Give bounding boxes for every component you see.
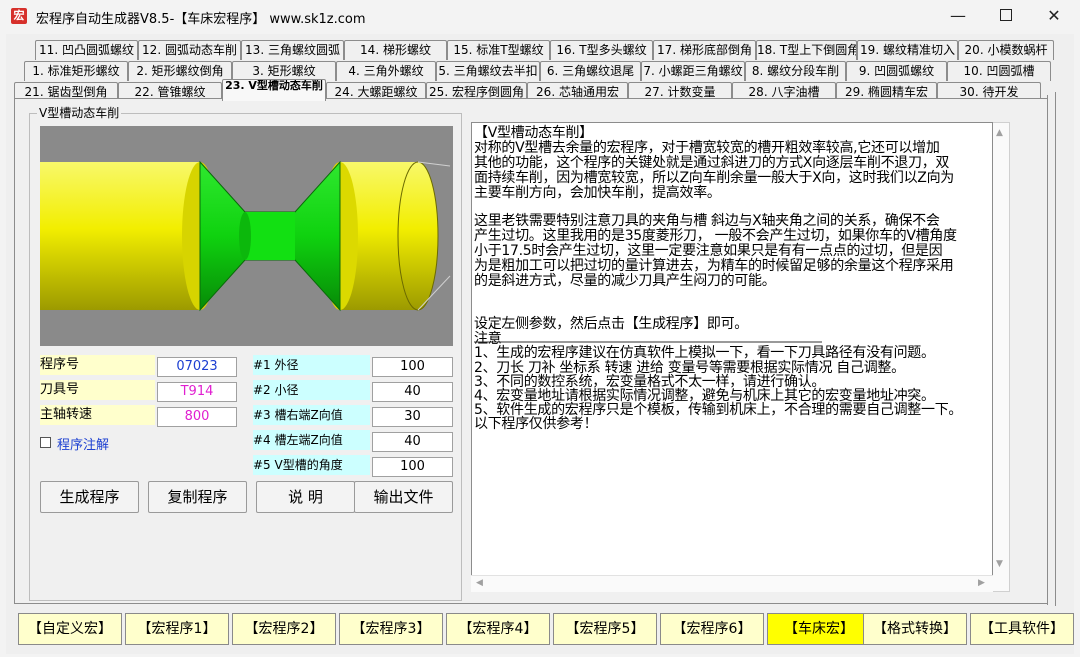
tab-20[interactable]: 20. 小模数蜗杆 xyxy=(958,40,1054,60)
minimize-button[interactable]: — xyxy=(935,0,981,32)
tab-8[interactable]: 8. 螺纹分段车削 xyxy=(745,61,846,81)
text-line: 这里老铁需要特别注意刀具的夹角与槽 斜边与X轴夹角之间的关系，确保不会 xyxy=(474,213,940,229)
groove-right-z-field[interactable]: 30 xyxy=(372,407,453,427)
program-comment-checkbox[interactable] xyxy=(40,437,51,448)
v-groove-angle-label: #5 V型槽的角度 xyxy=(253,455,370,475)
vertical-scrollbar[interactable]: ▲ ▼ xyxy=(993,122,1010,592)
minor-diameter-label: #2 小径 xyxy=(253,380,370,400)
minor-diameter-field[interactable]: 40 xyxy=(372,382,453,402)
tab-1[interactable]: 1. 标准矩形螺纹 xyxy=(24,61,128,81)
macro-5-button[interactable]: 【宏程序5】 xyxy=(553,613,657,645)
scroll-down-icon[interactable]: ▼ xyxy=(996,559,1003,569)
groove-left-z-label: #4 槽左端Z向值 xyxy=(253,430,370,450)
custom-macro-button[interactable]: 【自定义宏】 xyxy=(18,613,122,645)
horizontal-scrollbar[interactable]: ◀ ▶ xyxy=(471,575,993,592)
tab-10[interactable]: 10. 凹圆弧槽 xyxy=(947,61,1051,81)
tab-16[interactable]: 16. T型多头螺纹 xyxy=(550,40,653,60)
program-number-label: 程序号 xyxy=(40,355,155,375)
title-bar: 宏 宏程序自动生成器V8.5-【车床宏程序】 www.sk1z.com — ✕ xyxy=(0,0,1080,32)
tab-7[interactable]: 7. 小螺距三角螺纹 xyxy=(641,61,745,81)
tab-11[interactable]: 11. 凹凸圆弧螺纹 xyxy=(35,40,138,60)
text-line: 其他的功能，这个程序的关键处就是通过斜进刀的方式X向逐层车削不退刀，双 xyxy=(474,155,950,171)
tool-number-field[interactable]: T914 xyxy=(157,382,237,402)
text-line: 面持续车削，因为槽宽较宽，所以Z向车削余量一般大于X向，这时我们以Z向为 xyxy=(474,170,954,186)
tab-4[interactable]: 4. 三角外螺纹 xyxy=(336,61,436,81)
tab-9[interactable]: 9. 凹圆弧螺纹 xyxy=(846,61,947,81)
copy-program-button[interactable]: 复制程序 xyxy=(148,481,247,513)
tab-6[interactable]: 6. 三角螺纹退尾 xyxy=(540,61,641,81)
text-line: 的是斜进方式，尽量的减少刀具产生闷刀的可能。 xyxy=(474,273,776,289)
close-button[interactable]: ✕ xyxy=(1031,0,1077,32)
window-title: 宏程序自动生成器V8.5-【车床宏程序】 www.sk1z.com xyxy=(36,12,366,27)
tab-page-edge xyxy=(1048,92,1056,606)
spindle-speed-label: 主轴转速 xyxy=(40,405,155,425)
program-comment-label[interactable]: 程序注解 xyxy=(57,434,109,453)
app-icon: 宏 xyxy=(11,8,27,24)
tab-2[interactable]: 2. 矩形螺纹倒角 xyxy=(128,61,232,81)
tab-17[interactable]: 17. 梯形底部倒角 xyxy=(653,40,756,60)
tab-3[interactable]: 3. 矩形螺纹 xyxy=(232,61,336,81)
tab-5[interactable]: 5. 三角螺纹去半扣 xyxy=(436,61,540,81)
generate-program-button[interactable]: 生成程序 xyxy=(40,481,139,513)
macro-1-button[interactable]: 【宏程序1】 xyxy=(125,613,229,645)
v-groove-angle-field[interactable]: 100 xyxy=(372,457,453,477)
groove-right-z-label: #3 槽右端Z向值 xyxy=(253,405,370,425)
tools-software-button[interactable]: 【工具软件】 xyxy=(970,613,1074,645)
scroll-right-icon[interactable]: ▶ xyxy=(978,578,985,588)
scroll-left-icon[interactable]: ◀ xyxy=(476,578,483,588)
note-divider xyxy=(474,341,822,343)
macro-6-button[interactable]: 【宏程序6】 xyxy=(660,613,764,645)
text-line: 【V型槽动态车削】 xyxy=(474,125,593,141)
tab-18[interactable]: 18. T型上下倒圆角 xyxy=(756,40,857,60)
part-preview xyxy=(40,126,453,346)
text-line: 1、生成的宏程序建议在仿真软件上模拟一下，看一下刀具路径有没有问题。 xyxy=(474,345,935,361)
v-groove-part-illustration xyxy=(40,126,453,346)
export-file-button[interactable]: 输出文件 xyxy=(354,481,453,513)
macro-2-button[interactable]: 【宏程序2】 xyxy=(232,613,336,645)
macro-3-button[interactable]: 【宏程序3】 xyxy=(339,613,443,645)
scroll-up-icon[interactable]: ▲ xyxy=(996,128,1003,138)
tab-19[interactable]: 19. 螺纹精准切入 xyxy=(857,40,958,60)
tab-14[interactable]: 14. 梯形螺纹 xyxy=(344,40,447,60)
group-title: V型槽动态车削 xyxy=(37,104,122,121)
outer-diameter-label: #1 外径 xyxy=(253,355,370,375)
text-line: 小于17.5时会产生过切，这里一定要注意如果只是有有一点点的过切，但是因 xyxy=(474,243,943,259)
tab-13[interactable]: 13. 三角螺纹圆弧 xyxy=(241,40,344,60)
outer-diameter-field[interactable]: 100 xyxy=(372,357,453,377)
tool-number-label: 刀具号 xyxy=(40,380,155,400)
tab-15[interactable]: 15. 标准T型螺纹 xyxy=(447,40,550,60)
text-line: 产生过切。这里我用的是35度菱形刀， 一般不会产生过切，如果你车的V槽角度 xyxy=(474,228,957,244)
text-line: 主要车削方向，会加快车削，提高效率。 xyxy=(474,185,721,201)
macro-4-button[interactable]: 【宏程序4】 xyxy=(446,613,550,645)
groove-left-z-field[interactable]: 40 xyxy=(372,432,453,452)
text-line: 以下程序仅供参考！ xyxy=(474,416,598,432)
lathe-macro-button[interactable]: 【车床宏】 xyxy=(767,613,871,645)
text-line: 为是粗加工可以把过切的量计算进去，为精车的时候留足够的余量这个程序采用 xyxy=(474,258,954,274)
tab-23[interactable]: 23. V型槽动态车削 xyxy=(222,79,326,101)
maximize-icon xyxy=(1000,9,1012,21)
help-button[interactable]: 说 明 xyxy=(256,481,355,513)
tab-12[interactable]: 12. 圆弧动态车削 xyxy=(138,40,241,60)
spindle-speed-field[interactable]: 800 xyxy=(157,407,237,427)
program-number-field[interactable]: 07023 xyxy=(157,357,237,377)
maximize-button[interactable] xyxy=(983,0,1029,32)
text-line: 对称的V型槽去余量的宏程序，对于槽宽较宽的槽开粗效率较高,它还可以增加 xyxy=(474,140,940,156)
format-convert-button[interactable]: 【格式转换】 xyxy=(863,613,967,645)
text-line: 设定左侧参数，然后点击【生成程序】即可。 xyxy=(474,316,748,332)
